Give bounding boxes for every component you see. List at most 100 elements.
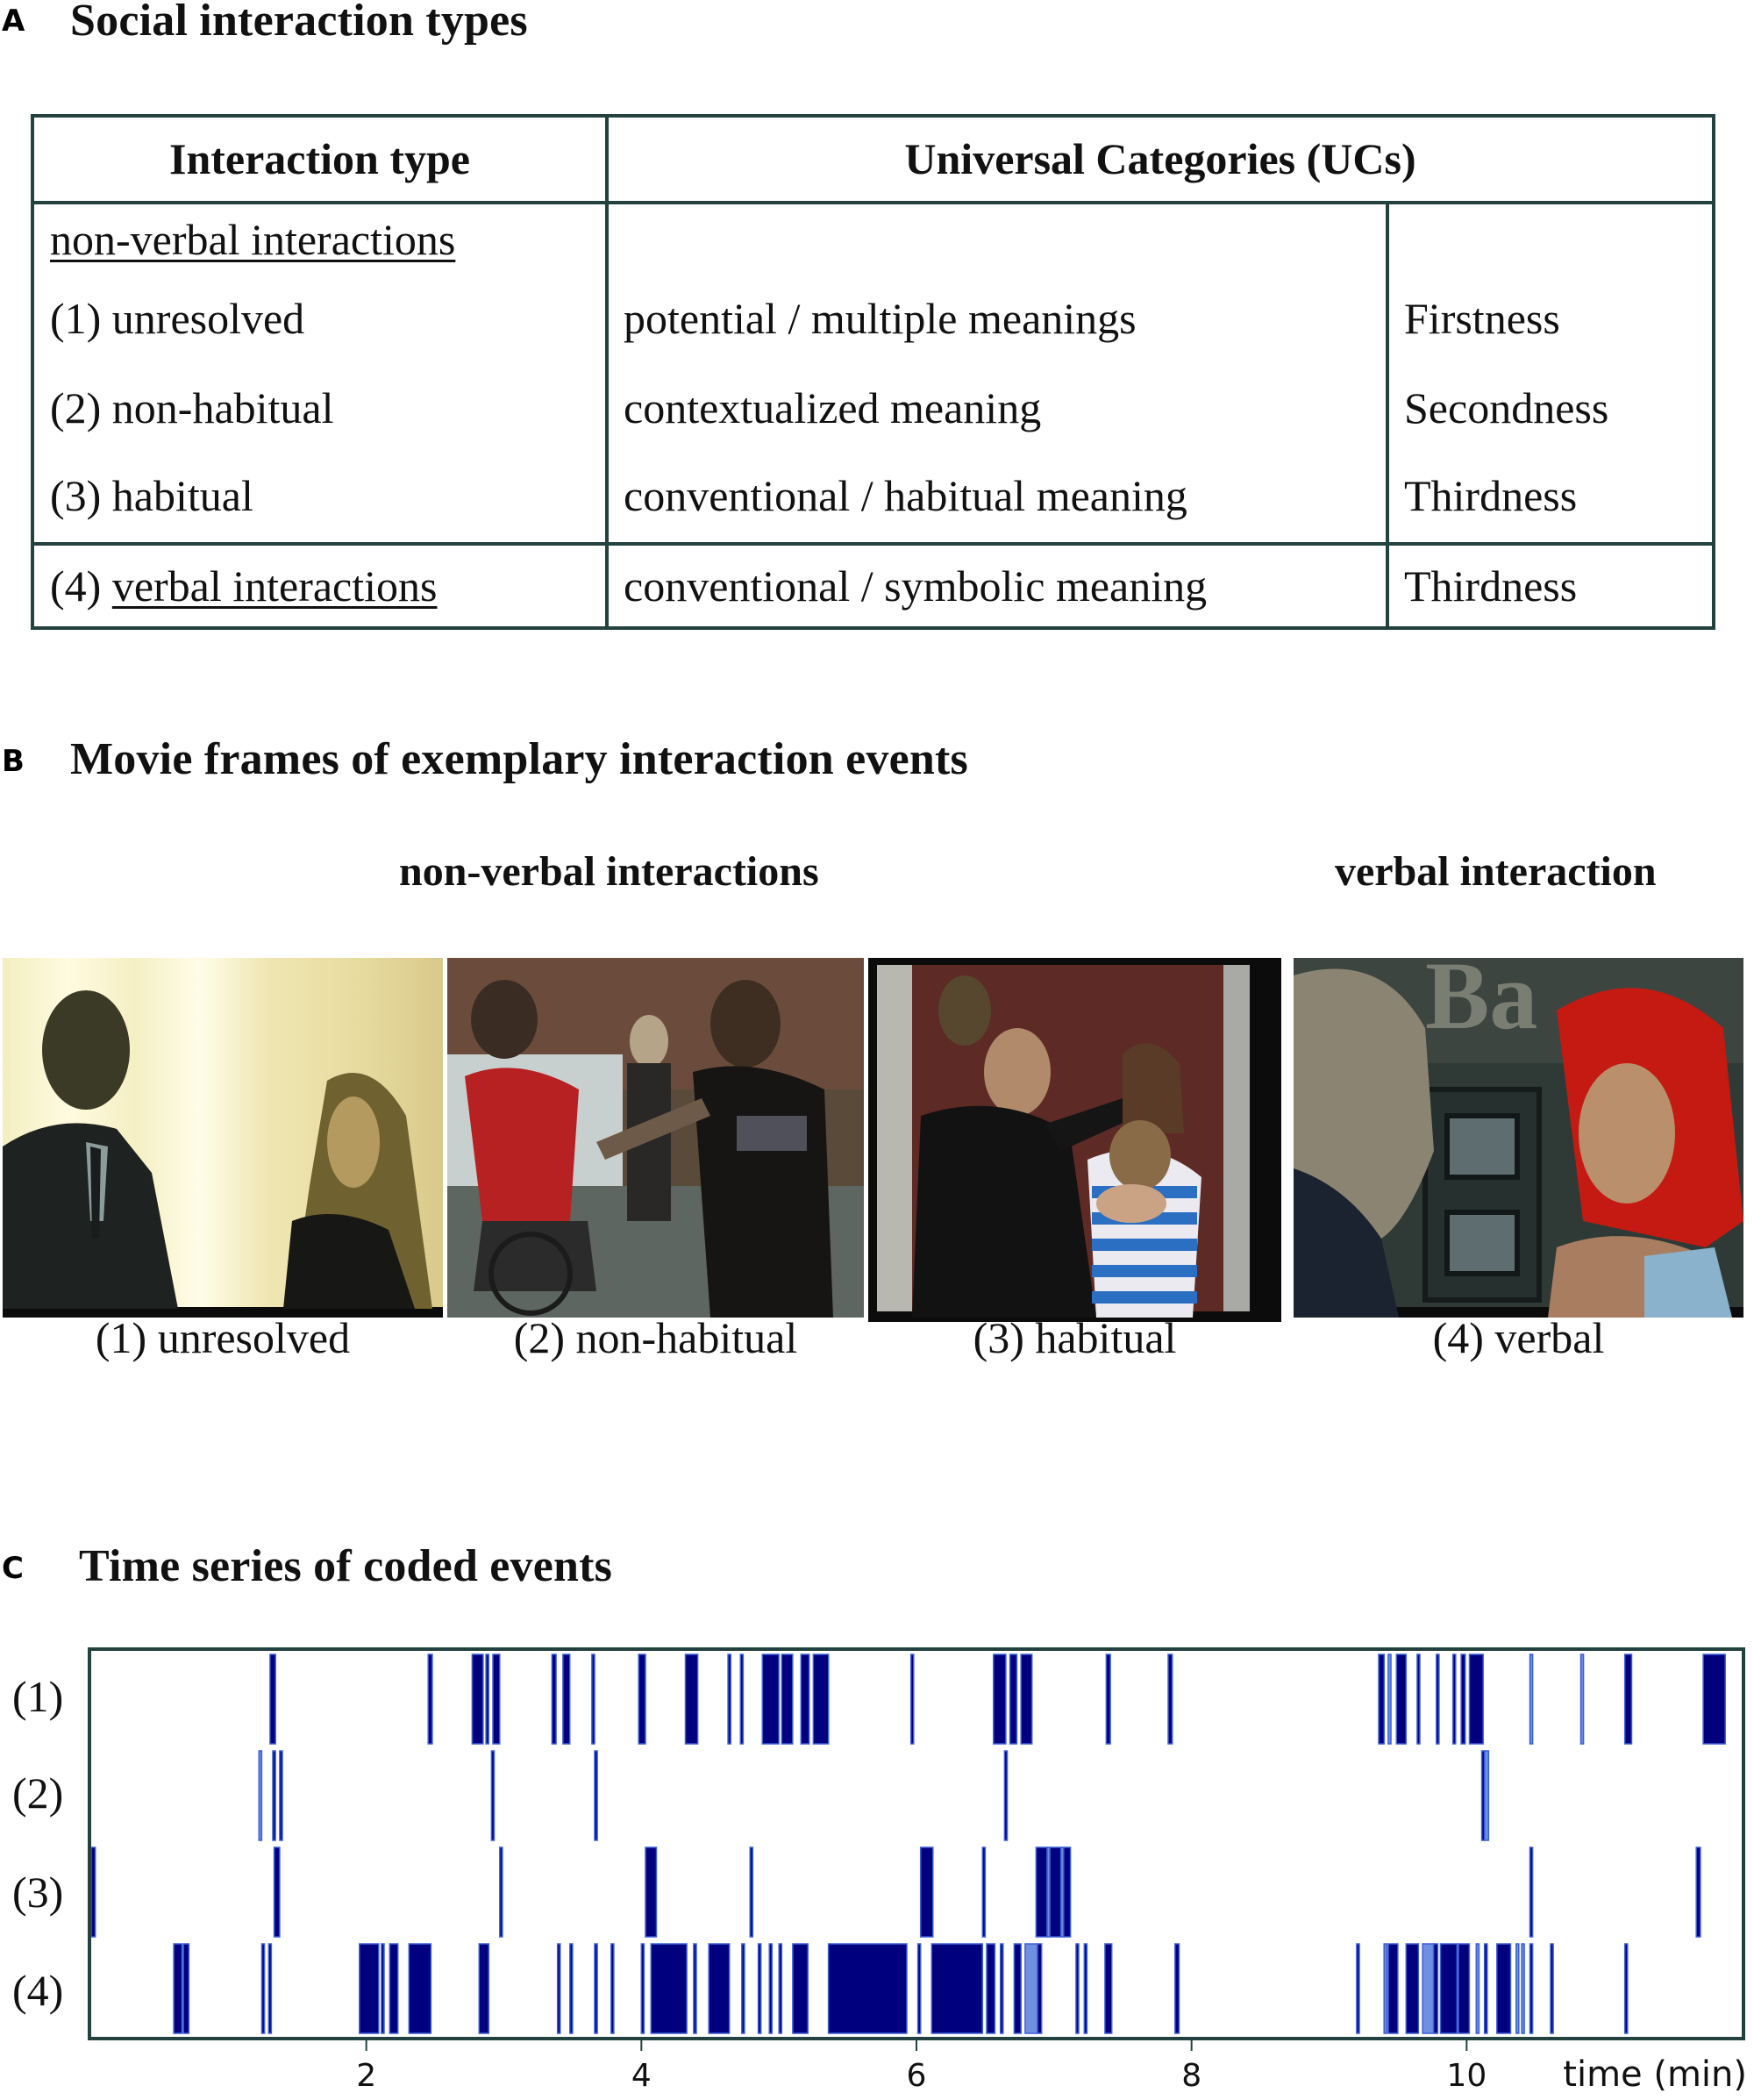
- x-tick-label-6: 6: [907, 2058, 927, 2094]
- event-bar-row4-main-16: [693, 1943, 697, 2034]
- event-bar-row1-light-1: [1387, 1654, 1392, 1745]
- event-bar-row3-main-11: [1529, 1846, 1534, 1938]
- event-bar-row1-main-21: [1105, 1654, 1111, 1745]
- event-bar-row1-main-24: [1395, 1654, 1408, 1745]
- row-1-type: (1) unresolved: [50, 294, 305, 343]
- group-heading-verbal: verbal interaction: [1335, 848, 1657, 895]
- event-bar-row3-main-2: [273, 1846, 281, 1938]
- event-bar-row3-light-1: [1046, 1846, 1051, 1938]
- verbal-row-divider: [34, 542, 1712, 546]
- event-bar-row4-main-44: [1623, 1943, 1629, 2034]
- row-1-meaning: potential / multiple meanings: [624, 294, 1137, 343]
- event-bar-row4-main-21: [778, 1943, 783, 2034]
- header-universal-categories: Universal Categories (UCs): [904, 134, 1416, 183]
- event-bar-row4-main-25: [930, 1943, 984, 2034]
- row-label-2: (2): [12, 1768, 64, 1818]
- event-bar-row4-main-10: [556, 1943, 561, 2034]
- event-bar-row3-main-9: [1049, 1846, 1062, 1938]
- x-axis-ticks: 2 4 6 8 10: [356, 2039, 1487, 2094]
- event-bar-row4-main-41: [1496, 1943, 1512, 2034]
- event-bar-row4-main-33: [1174, 1943, 1180, 2034]
- event-bar-row3-main-7: [981, 1846, 987, 1938]
- row-2-type: (2) non-habitual: [50, 383, 334, 432]
- event-bar-row3-main-3: [499, 1846, 503, 1938]
- event-bar-row4-main-12: [594, 1943, 598, 2034]
- event-bar-row1-main-25: [1416, 1654, 1421, 1745]
- movie-frame-habitual: [868, 958, 1281, 1322]
- event-bar-row4-main-17: [708, 1943, 731, 2034]
- event-bar-row4-light-6: [1521, 1943, 1525, 2034]
- event-bar-row4-main-9: [478, 1943, 490, 2034]
- event-bar-row3-main-10: [1063, 1846, 1072, 1938]
- event-bar-row1-main-3: [471, 1654, 484, 1745]
- row-4-type: (4) verbal interactions: [50, 561, 438, 611]
- event-bar-row4-main-4: [267, 1943, 273, 2034]
- event-bar-row1-main-27: [1451, 1654, 1457, 1745]
- event-bar-row1-main-28: [1460, 1654, 1466, 1745]
- event-bar-row4-light-2: [1383, 1943, 1387, 2034]
- event-bar-row3-main-1: [90, 1846, 96, 1938]
- event-bar-row4-light-1: [1024, 1943, 1038, 2034]
- event-bar-row4-main-1: [173, 1943, 183, 2034]
- event-bar-row3-main-12: [1695, 1846, 1701, 1938]
- event-bar-row1-main-5: [492, 1654, 501, 1745]
- movie-frame-non-habitual-image: [447, 958, 864, 1318]
- event-bar-row4-main-18: [741, 1943, 745, 2034]
- panel-a-title: Social interaction types: [70, 0, 528, 46]
- caption-verbal: (4) verbal: [1432, 1313, 1605, 1362]
- row-4-type-prefix: (4): [50, 561, 112, 611]
- event-bar-row4-main-36: [1405, 1943, 1420, 2034]
- event-bar-row4-main-14: [640, 1943, 645, 2034]
- caption-non-habitual: (2) non-habitual: [513, 1313, 798, 1362]
- x-tick-label-4: 4: [631, 2058, 652, 2094]
- event-bar-row1-main-12: [739, 1654, 745, 1745]
- event-bar-row2-main-3: [490, 1750, 496, 1841]
- row-4-meaning: conventional / symbolic meaning: [624, 561, 1208, 611]
- group-label-nonverbal: non-verbal interactions: [50, 215, 456, 264]
- event-bar-row4-main-2: [182, 1943, 190, 2034]
- event-bar-row4-main-31: [1083, 1943, 1088, 2034]
- group-heading-nonverbal: non-verbal interactions: [399, 848, 819, 895]
- row-2-meaning: contextualized meaning: [624, 383, 1042, 432]
- header-divider: [34, 201, 1712, 204]
- event-bar-row4-main-38: [1439, 1943, 1458, 2034]
- bank-sign-text: Ba: [1425, 958, 1537, 1049]
- event-bar-row1-main-9: [638, 1654, 646, 1745]
- column-divider-2: [1386, 203, 1389, 626]
- event-bar-row1-main-14: [781, 1654, 794, 1745]
- event-bar-row1-main-20: [1020, 1654, 1033, 1745]
- event-bar-row4-main-43: [1550, 1943, 1554, 2034]
- event-bar-row4-main-37: [1432, 1943, 1439, 2034]
- event-bar-row4-main-30: [1075, 1943, 1080, 2034]
- event-bar-row4-main-42: [1529, 1943, 1534, 2034]
- event-bar-row2-main-6: [1480, 1750, 1486, 1841]
- movie-frame-unresolved-image: [3, 958, 443, 1318]
- x-tick-label-10: 10: [1446, 2058, 1487, 2094]
- event-bar-row4-main-7: [389, 1943, 399, 2034]
- event-bar-row4-main-28: [1013, 1943, 1022, 2034]
- event-bar-row1-light-2: [1529, 1654, 1534, 1745]
- event-bar-row2-main-4: [594, 1750, 598, 1841]
- event-bar-row3-main-4: [645, 1846, 658, 1938]
- movie-frame-unresolved: [3, 958, 443, 1318]
- panel-a-letter: A: [2, 4, 25, 39]
- event-bar-row4-light-5: [1515, 1943, 1520, 2034]
- event-bar-row1-main-18: [993, 1654, 1007, 1745]
- event-bar-row1-main-19: [1009, 1654, 1018, 1745]
- event-bar-row1-main-29: [1468, 1654, 1484, 1745]
- event-bar-row4-main-40: [1483, 1943, 1488, 2034]
- event-bar-row1-main-17: [909, 1654, 915, 1745]
- panel-b-letter: B: [2, 744, 25, 779]
- movie-frame-verbal: Ba: [1294, 958, 1743, 1318]
- row-4-type-underlined: verbal interactions: [111, 561, 438, 611]
- event-bar-row1-main-16: [812, 1654, 830, 1745]
- event-bar-row4-main-39: [1458, 1943, 1471, 2034]
- row-1-category: Firstness: [1404, 294, 1560, 343]
- caption-unresolved: (1) unresolved: [95, 1313, 351, 1362]
- row-3-category: Thirdness: [1404, 471, 1578, 520]
- event-bar-row2-main-5: [1003, 1750, 1009, 1841]
- x-tick-label-8: 8: [1181, 2058, 1201, 2094]
- panel-b-title: Movie frames of exemplary interaction ev…: [70, 734, 968, 784]
- movie-frame-verbal-image: Ba: [1294, 958, 1743, 1318]
- event-bar-row1-main-15: [800, 1654, 810, 1745]
